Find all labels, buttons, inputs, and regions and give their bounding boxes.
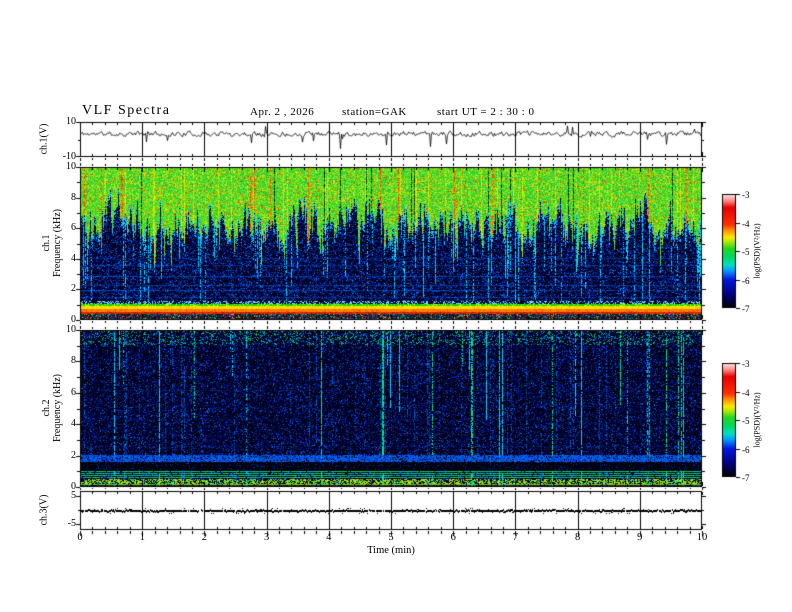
ch2-spectrogram bbox=[80, 330, 702, 487]
ch3-voltage-panel bbox=[80, 491, 702, 530]
ch2-label-line: ch.2 bbox=[41, 399, 52, 417]
colorbar-tick-label: -5 bbox=[742, 247, 750, 257]
ch1-voltage-panel bbox=[80, 122, 702, 157]
ch1-voltage-ylabel: ch.1(V) bbox=[38, 123, 50, 155]
ch1-label-line: ch.1 bbox=[41, 234, 52, 252]
start-ut-label: start UT = 2 : 30 : 0 bbox=[437, 106, 535, 118]
colorbar-tick-label: -6 bbox=[742, 275, 750, 286]
time-tick-label: 2 bbox=[201, 532, 208, 543]
time-tick-label: 8 bbox=[574, 532, 581, 543]
freq-tick-label: 6 bbox=[71, 386, 76, 398]
time-tick-label: 10 bbox=[696, 532, 708, 543]
colorbar-ch1 bbox=[722, 194, 736, 308]
time-tick-label: 3 bbox=[263, 532, 270, 543]
ch1-spectrogram-ylabel: ch.1 Frequency (kHz) bbox=[41, 209, 63, 277]
voltage-tick-label: 5 bbox=[71, 490, 76, 501]
ch1-spectrogram bbox=[80, 167, 702, 320]
time-tick-label: 1 bbox=[139, 532, 145, 543]
time-axis-label: Time (min) bbox=[367, 545, 415, 556]
colorbar2-label: log(PSD)(V²/Hz) bbox=[752, 392, 762, 448]
freq-tick-label: 4 bbox=[71, 252, 76, 264]
station-label: station=GAK bbox=[342, 106, 407, 118]
colorbar-tick-label: -4 bbox=[742, 387, 750, 398]
freq-tick-label: 2 bbox=[71, 449, 76, 461]
voltage-tick-label: -10 bbox=[62, 151, 76, 162]
freq-label-line: Frequency (kHz) bbox=[52, 373, 63, 443]
time-tick-label: 0 bbox=[77, 532, 83, 543]
freq-tick-label: 10 bbox=[66, 324, 76, 335]
freq-tick-label: 8 bbox=[71, 191, 76, 203]
colorbar-tick-label: -3 bbox=[742, 359, 750, 369]
ch2-spectrogram-ylabel: ch.2 Frequency (kHz) bbox=[41, 374, 63, 442]
colorbar1-label: log(PSD)(V²/Hz) bbox=[752, 223, 762, 279]
freq-tick-label: 6 bbox=[71, 222, 76, 234]
colorbar-tick-label: -5 bbox=[742, 416, 750, 426]
date-label: Apr. 2 , 2026 bbox=[250, 106, 315, 118]
ch3-voltage-ylabel: ch.3(V) bbox=[38, 494, 50, 526]
time-tick-label: 6 bbox=[450, 532, 456, 543]
colorbar-tick-label: -4 bbox=[742, 218, 750, 229]
time-tick-label: 5 bbox=[388, 532, 394, 543]
freq-tick-label: 10 bbox=[66, 161, 76, 172]
vlf-spectra-window: VLF Spectra Apr. 2 , 2026 station=GAK st… bbox=[0, 0, 792, 612]
voltage-tick-label: 10 bbox=[66, 116, 76, 127]
freq-tick-label: 4 bbox=[71, 418, 76, 430]
time-tick-label: 9 bbox=[637, 532, 643, 543]
page-title: VLF Spectra bbox=[82, 103, 171, 118]
colorbar-tick-label: -3 bbox=[742, 190, 750, 200]
colorbar-tick-label: -7 bbox=[742, 473, 750, 483]
colorbar-tick-label: -6 bbox=[742, 444, 750, 455]
freq-label-line: Frequency (kHz) bbox=[52, 208, 63, 278]
freq-tick-label: 2 bbox=[71, 283, 76, 295]
voltage-tick-label: -5 bbox=[67, 518, 76, 529]
time-tick-label: 4 bbox=[326, 532, 332, 543]
freq-tick-label: 8 bbox=[71, 355, 76, 367]
time-tick-label: 7 bbox=[512, 532, 519, 543]
colorbar-ch2 bbox=[722, 363, 736, 477]
colorbar-tick-label: -7 bbox=[742, 304, 750, 314]
